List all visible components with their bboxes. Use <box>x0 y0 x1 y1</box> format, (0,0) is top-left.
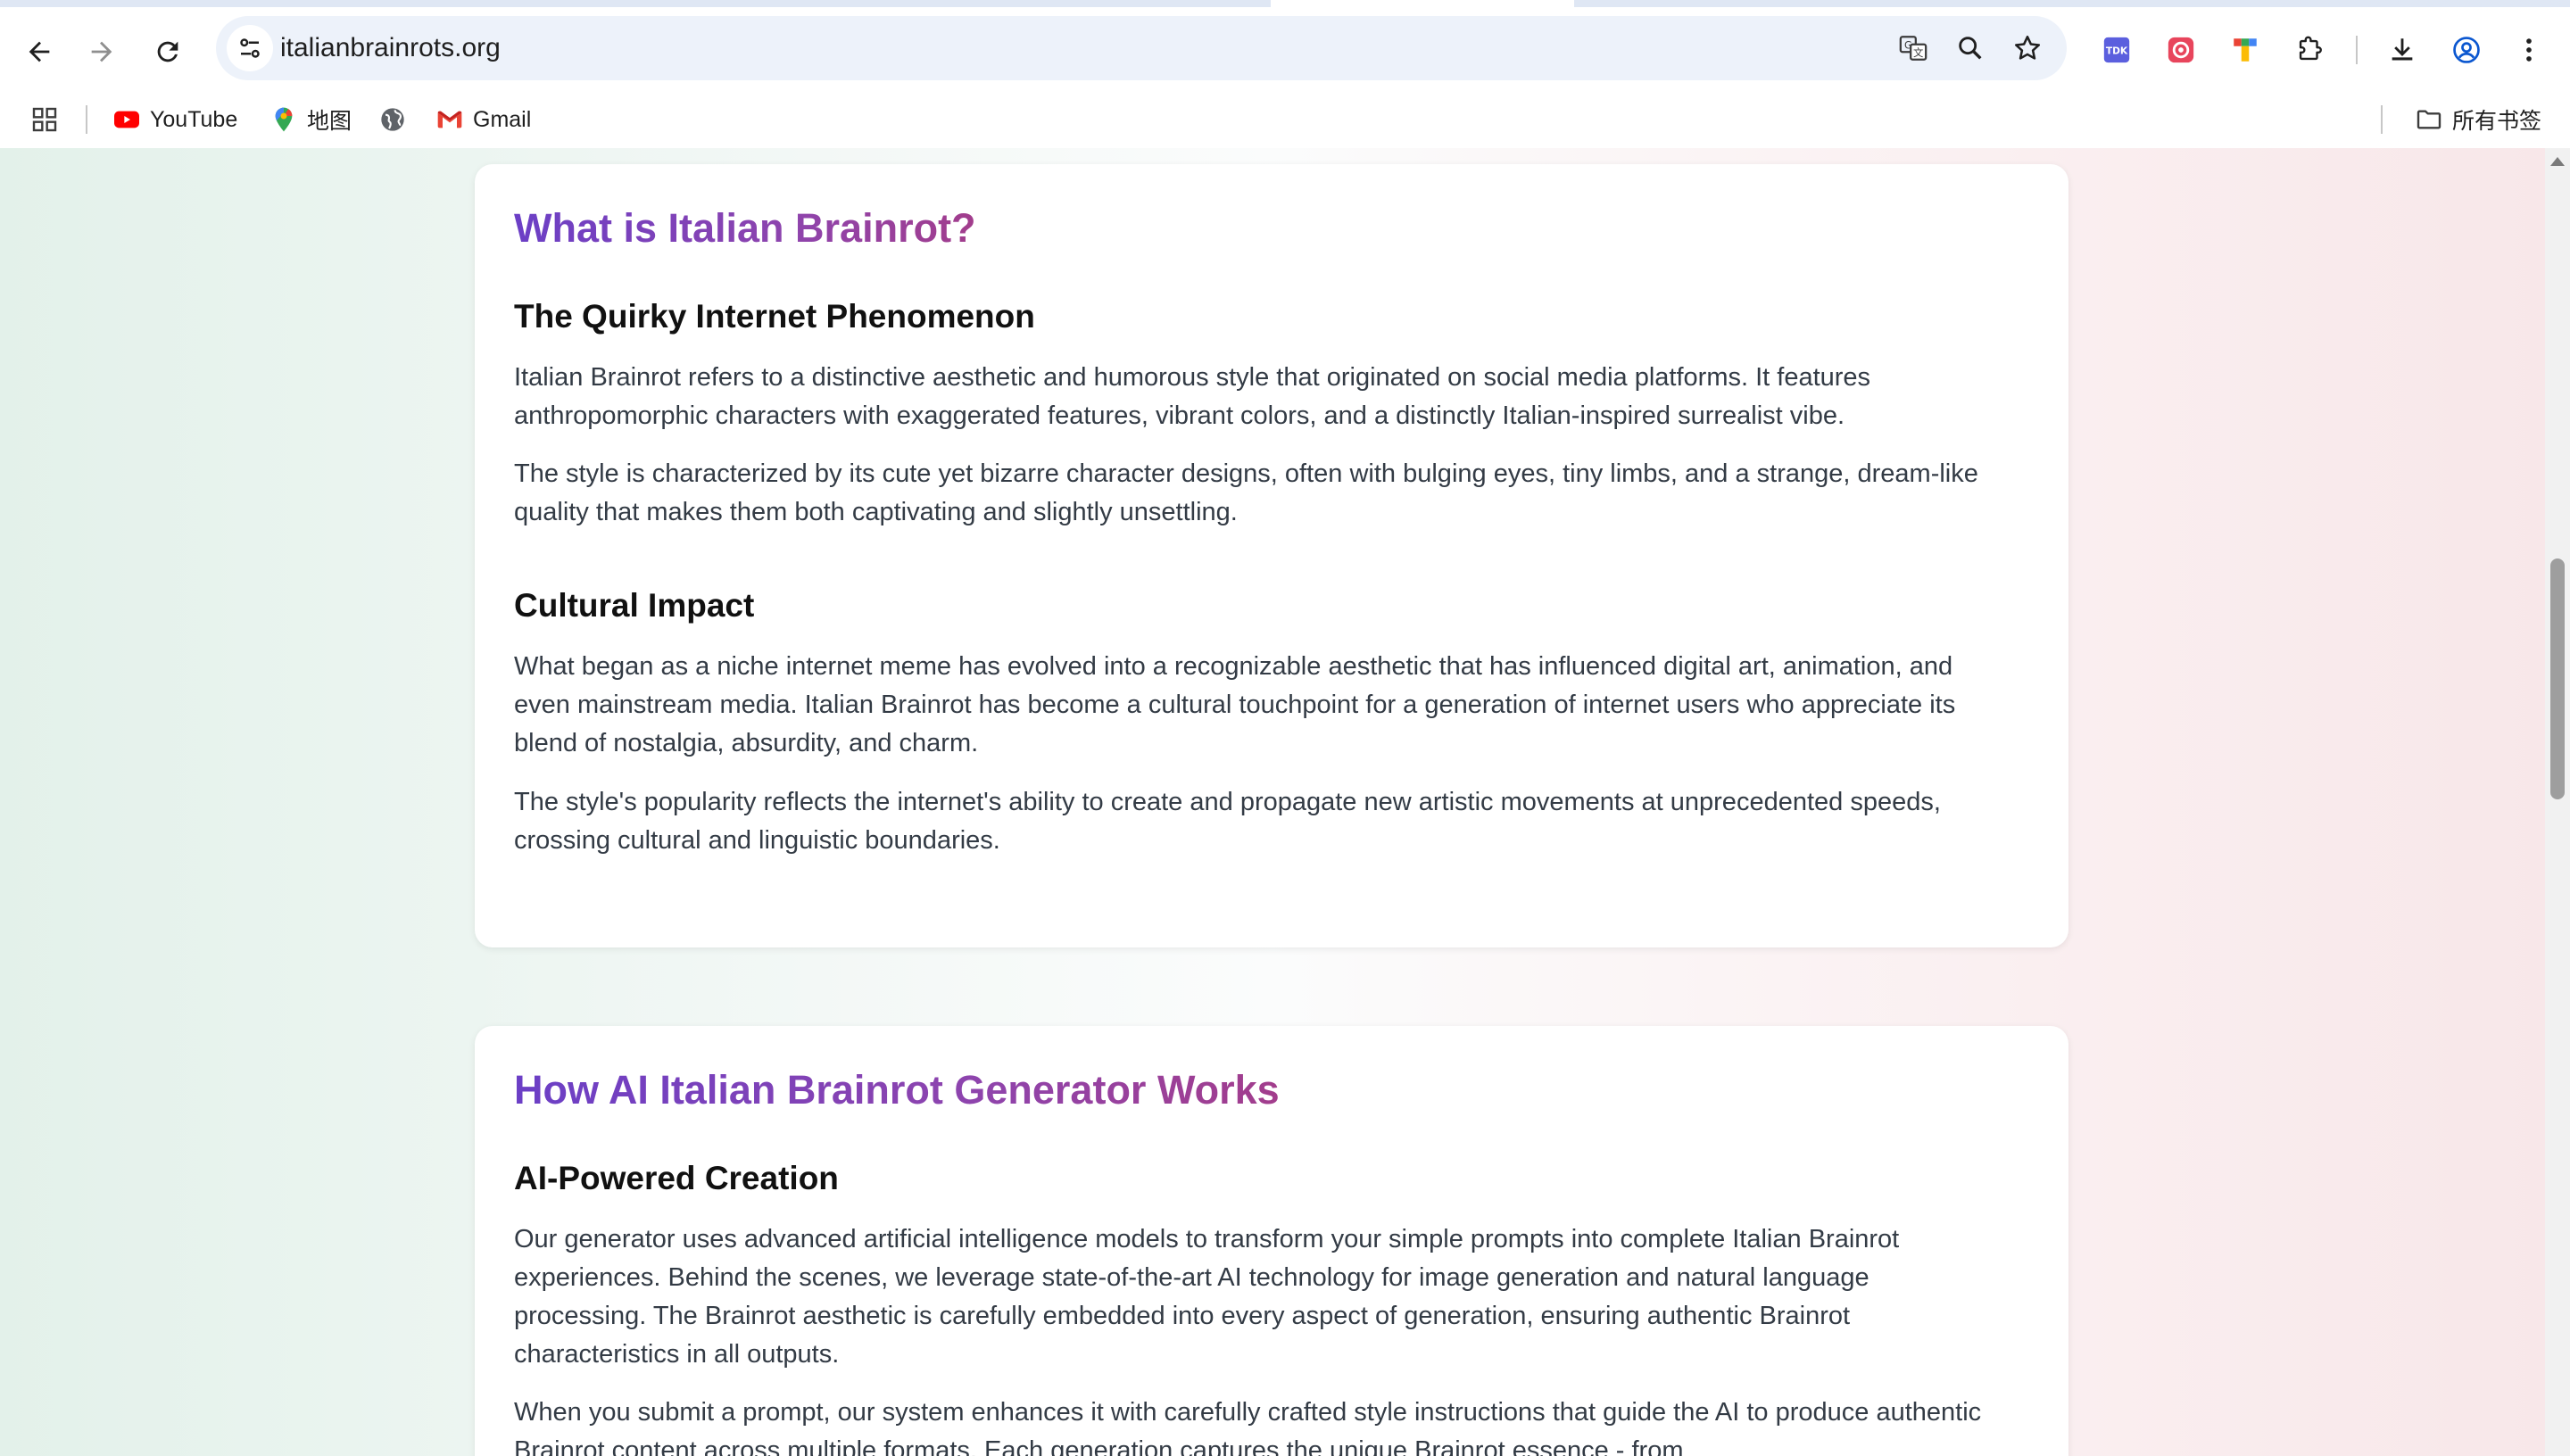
download-icon <box>2392 38 2413 61</box>
star-icon <box>2014 35 2041 60</box>
bookmark-star-button[interactable] <box>2008 29 2047 68</box>
bookmark-globe[interactable] <box>378 91 416 148</box>
reload-button[interactable] <box>143 27 193 77</box>
section-subheading: The Quirky Internet Phenomenon <box>514 298 1035 335</box>
address-bar[interactable]: italianbrainrots.org G 文 <box>216 16 2067 80</box>
page-scrollbar[interactable] <box>2545 148 2570 1456</box>
bookmark-label: 地图 <box>307 109 352 134</box>
zoom-button[interactable] <box>1951 29 1990 68</box>
account-circle-icon <box>2453 37 2480 63</box>
gmail-icon <box>437 111 462 128</box>
youtube-icon <box>114 111 139 128</box>
bookmark-label: YouTube <box>150 106 238 132</box>
browser-toolbar: italianbrainrots.org G 文 TDK <box>0 7 2570 91</box>
translate-icon: G 文 <box>1899 36 1928 61</box>
section-title: How AI Italian Brainrot Generator Works <box>514 1067 1280 1113</box>
bookmarks-bar: YouTube 地图 Gmail 所有书签 <box>0 91 2570 149</box>
paragraph: The style's popularity reflects the inte… <box>514 788 1941 855</box>
maps-pin-icon <box>275 107 293 132</box>
all-bookmarks-label: 所有书签 <box>2452 109 2542 134</box>
section-card-what-is: What is Italian Brainrot? The Quirky Int… <box>475 164 2068 947</box>
downloads-button[interactable] <box>2383 30 2422 70</box>
section-subheading: Cultural Impact <box>514 587 755 624</box>
tune-icon <box>240 38 260 58</box>
paragraph: Our generator uses advanced artificial i… <box>514 1225 1900 1369</box>
camera-extension-icon <box>2168 37 2194 63</box>
paragraph: The style is characterized by its cute y… <box>514 459 1978 526</box>
puzzle-icon <box>2299 36 2322 61</box>
paragraph: When you submit a prompt, our system enh… <box>514 1398 1982 1456</box>
color-tab-extension-icon <box>2234 38 2257 62</box>
bookmarks-divider <box>86 105 87 134</box>
globe-icon <box>381 108 404 131</box>
active-tab[interactable] <box>1271 0 1574 7</box>
scroll-up-arrow-icon[interactable] <box>2550 157 2565 166</box>
apps-button[interactable] <box>30 91 68 148</box>
tab-extension-button[interactable] <box>2226 30 2265 70</box>
section-card-how-it-works: How AI Italian Brainrot Generator Works … <box>475 1026 2068 1456</box>
more-vert-icon <box>2526 38 2532 62</box>
paragraph: Italian Brainrot refers to a distinctive… <box>514 363 1871 430</box>
browser-window: italianbrainrots.org G 文 TDK YouTube 地图 … <box>0 0 2570 1456</box>
bookmarks-divider-right <box>2381 105 2383 134</box>
site-info-button[interactable] <box>227 25 273 71</box>
toolbar-divider <box>2356 36 2358 64</box>
scroll-thumb[interactable] <box>2550 558 2565 799</box>
section-title: What is Italian Brainrot? <box>514 205 976 251</box>
reload-icon <box>157 41 178 62</box>
back-button[interactable] <box>14 27 64 77</box>
paragraph: What began as a niche internet meme has … <box>514 652 1956 757</box>
all-bookmarks-button[interactable]: 所有书签 <box>2415 91 2541 148</box>
bookmark-label: Gmail <box>473 106 532 132</box>
extensions-menu-button[interactable] <box>2290 30 2329 70</box>
tdk-extension-button[interactable]: TDK <box>2097 30 2136 70</box>
tdk-extension-icon: TDK <box>2103 37 2130 63</box>
bookmark-youtube[interactable]: YouTube <box>112 91 237 148</box>
tdk-label: TDK <box>2106 45 2128 56</box>
arrow-left-icon <box>29 41 50 62</box>
profile-button[interactable] <box>2447 30 2486 70</box>
camera-extension-button[interactable] <box>2161 30 2201 70</box>
arrow-right-icon <box>91 41 112 62</box>
url-text[interactable]: italianbrainrots.org <box>280 16 501 80</box>
folder-icon <box>2417 110 2442 129</box>
translate-button[interactable]: G 文 <box>1894 29 1933 68</box>
section-subheading: AI-Powered Creation <box>514 1160 839 1196</box>
zoom-icon <box>1959 37 1982 60</box>
tab-strip <box>0 0 2570 7</box>
apps-grid-icon <box>32 107 57 132</box>
svg-text:文: 文 <box>1913 46 1923 59</box>
forward-button[interactable] <box>77 27 127 77</box>
bookmark-gmail[interactable]: Gmail <box>435 91 531 148</box>
page-content: What is Italian Brainrot? The Quirky Int… <box>0 148 2545 1456</box>
browser-menu-button[interactable] <box>2509 30 2549 70</box>
bookmark-maps[interactable]: 地图 <box>269 91 352 148</box>
